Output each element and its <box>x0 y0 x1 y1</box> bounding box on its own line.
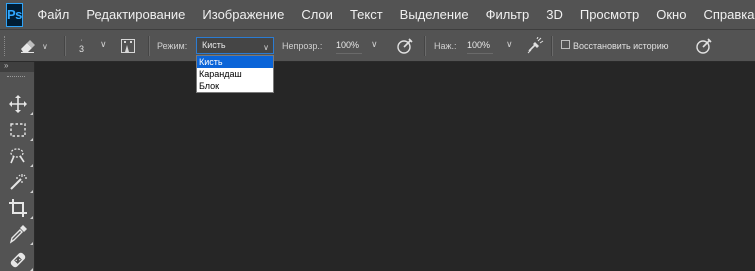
lasso-tool-icon[interactable] <box>8 146 33 168</box>
flow-label: Наж.: <box>434 41 457 51</box>
tools-panel: » <box>0 61 35 271</box>
bandage-icon <box>10 252 26 268</box>
mode-option-pencil[interactable]: Карандаш <box>197 68 273 80</box>
menu-window[interactable]: Окно <box>648 0 695 29</box>
brush-size-picker[interactable]: · 3 <box>79 30 84 62</box>
menu-3d[interactable]: 3D <box>538 0 572 29</box>
pressure-size-icon <box>696 38 712 54</box>
tools-panel-grip[interactable] <box>7 76 25 79</box>
photoshop-logo: Ps <box>6 2 23 27</box>
flow-label-wrap: Наж.: <box>434 30 457 62</box>
chevron-down-icon: ∨ <box>42 41 48 51</box>
menu-help[interactable]: Справка <box>695 0 755 29</box>
photoshop-window: Ps Файл Редактирование Изображение Слои … <box>0 0 755 271</box>
flow-input[interactable]: 100% <box>467 37 493 54</box>
restore-history-checkbox[interactable] <box>561 40 570 49</box>
brush-size-value: 3 <box>79 44 85 54</box>
menu-image[interactable]: Изображение <box>194 0 293 29</box>
separator <box>424 36 426 56</box>
eyedropper-icon <box>9 225 27 244</box>
crop-tool-icon[interactable] <box>8 198 33 220</box>
mode-select-value: Кисть <box>202 40 226 50</box>
opacity-label: Непрозр.: <box>282 41 323 51</box>
mode-label-wrap: Режим: <box>157 30 187 62</box>
brush-panel-icon <box>121 39 135 53</box>
opacity-input[interactable]: 100% <box>336 37 362 54</box>
tool-group-indicator <box>30 138 33 141</box>
restore-history-label: Восстановить историю <box>573 41 669 51</box>
healing-brush-tool-icon[interactable] <box>8 250 33 271</box>
mode-option-block[interactable]: Блок <box>197 80 273 92</box>
collapse-panel-icon[interactable]: » <box>4 61 9 70</box>
tool-group-indicator <box>30 112 33 115</box>
quick-selection-icon <box>10 148 25 164</box>
mode-select[interactable]: Кисть ∨ <box>196 37 274 54</box>
opacity-pressure-toggle[interactable] <box>396 30 414 62</box>
tool-preset-picker[interactable]: ∨ <box>18 30 48 62</box>
menu-type[interactable]: Текст <box>341 0 391 29</box>
menu-view[interactable]: Просмотр <box>571 0 647 29</box>
magic-wand-tool-icon[interactable] <box>8 172 33 194</box>
options-bar: ∨ · 3 ∨ Режим: Кисть ∨ Непрозр.: 100% ∨ … <box>0 29 755 62</box>
menu-edit[interactable]: Редактирование <box>78 0 194 29</box>
chevron-down-icon[interactable]: ∨ <box>100 39 107 50</box>
opacity-label-wrap: Непрозр.: <box>282 30 322 62</box>
brush-panel-toggle[interactable] <box>120 30 136 62</box>
mode-label: Режим: <box>157 41 188 51</box>
separator <box>64 36 66 56</box>
move-tool-icon[interactable] <box>8 94 33 116</box>
brush-dot-icon: · <box>80 37 83 44</box>
menu-file[interactable]: Файл <box>29 0 78 29</box>
eraser-icon <box>21 40 35 53</box>
chevron-down-icon: ∨ <box>263 43 269 52</box>
tools-panel-header: » <box>0 61 34 72</box>
move-icon <box>9 95 27 113</box>
restore-history-label-wrap: Восстановить историю <box>573 30 668 62</box>
mode-dropdown-list: Кисть Карандаш Блок <box>196 55 274 93</box>
document-area[interactable] <box>35 62 755 271</box>
menu-filter[interactable]: Фильтр <box>477 0 538 29</box>
separator <box>148 36 150 56</box>
airbrush-toggle[interactable] <box>526 30 544 62</box>
chevron-down-icon[interactable]: ∨ <box>371 39 378 50</box>
size-pressure-toggle[interactable] <box>695 30 713 62</box>
crop-icon <box>9 199 27 217</box>
airbrush-icon <box>527 37 544 54</box>
marquee-tool-icon[interactable] <box>8 120 33 142</box>
rectangle-marquee-icon <box>10 123 26 137</box>
eyedropper-tool-icon[interactable] <box>8 224 33 246</box>
menu-select[interactable]: Выделение <box>391 0 477 29</box>
separator <box>551 36 553 56</box>
chevron-down-icon[interactable]: ∨ <box>506 39 513 50</box>
options-bar-grip[interactable] <box>4 36 9 56</box>
pressure-opacity-icon <box>397 38 413 54</box>
tool-group-indicator <box>30 164 33 167</box>
mode-option-brush[interactable]: Кисть <box>197 56 273 68</box>
tool-group-indicator <box>30 216 33 219</box>
tool-group-indicator <box>30 190 33 193</box>
menu-layers[interactable]: Слои <box>293 0 342 29</box>
menu-bar: Ps Файл Редактирование Изображение Слои … <box>0 0 755 29</box>
magic-wand-icon <box>10 174 27 190</box>
tool-group-indicator <box>30 242 33 245</box>
